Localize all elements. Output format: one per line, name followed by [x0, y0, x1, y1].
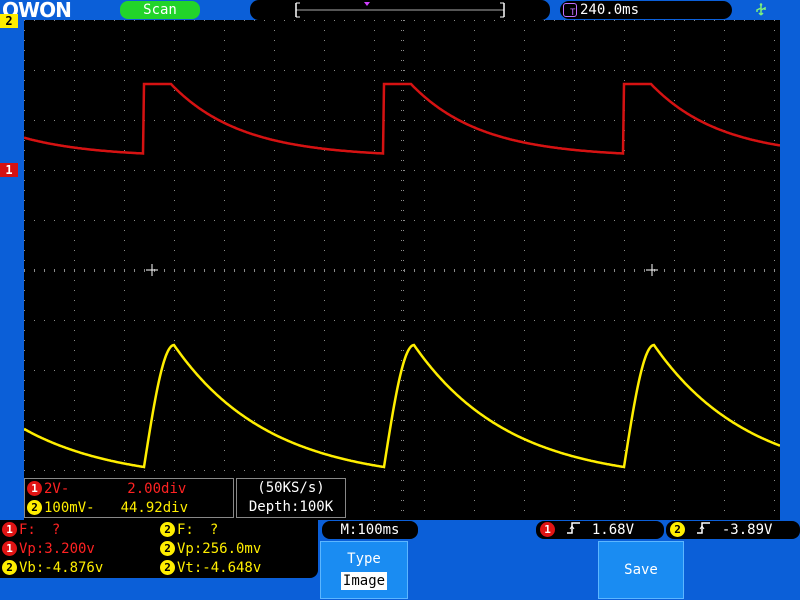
ch2-frequency-label: F: — [177, 522, 194, 538]
ch2-trigger-level[interactable]: 2 -3.89V — [666, 521, 800, 539]
acquisition-box: (50KS/s) Depth:100K — [236, 478, 346, 518]
channel-scale-box: 1 2V- 2.00div 2 100mV- 44.92div — [24, 478, 234, 518]
ch2-badge: 2 — [670, 522, 685, 537]
type-label: Type — [347, 551, 381, 567]
rising-edge-icon — [567, 521, 581, 539]
ch2-peak-voltage: 2 Vp:256.0mv — [160, 540, 261, 559]
type-menu-button[interactable]: Type Image — [320, 541, 408, 599]
ch2-frequency: 2 F:? — [160, 521, 218, 540]
ch2-badge: 2 — [160, 541, 175, 556]
usb-icon — [754, 3, 768, 17]
ch1-vp-value: Vp:3.200v — [19, 541, 95, 557]
ch2-badge: 2 — [160, 522, 175, 537]
ch1-offset-div: 2.00div — [127, 481, 187, 497]
trigger-pointer-icon — [364, 2, 370, 6]
vb-value: Vb:-4.876v — [19, 560, 104, 576]
trigger-position-strip[interactable] — [250, 0, 550, 20]
horizontal-position[interactable]: T 240.0ms — [560, 1, 732, 19]
main-timebase[interactable]: M:100ms — [322, 521, 418, 539]
ch2-vp-value: Vp:256.0mv — [177, 541, 262, 557]
ch1-peak-voltage: 1 Vp:3.200v — [2, 540, 95, 559]
rising-edge-icon — [697, 521, 711, 539]
ch1-badge: 1 — [2, 541, 17, 556]
memory-depth: Depth:100K — [248, 499, 334, 515]
ch1-level-marker[interactable]: 1 — [0, 163, 18, 177]
ch1-scale-row: 1 2V- 2.00div — [27, 480, 186, 499]
ch2-scale-row: 2 100mV- 44.92div — [27, 499, 188, 518]
sample-rate: (50KS/s) — [257, 480, 325, 496]
ch1-waveform — [23, 82, 781, 155]
trigger-time-icon: T — [563, 3, 577, 18]
ch2-level-marker[interactable]: 2 — [0, 14, 18, 28]
ch1-badge: 1 — [27, 481, 42, 496]
ch1-trigger-level[interactable]: 1 1.68V — [536, 521, 664, 539]
measurement-panel: 1 F:? 1 Vp:3.200v 2 Vb:-4.876v 2 F:? 2 Vp:256… — [0, 520, 318, 578]
ch2-badge: 2 — [2, 560, 17, 575]
ch1-frequency-label: F: — [19, 522, 36, 538]
trigger-position-graphic — [295, 2, 505, 18]
ch1-badge: 1 — [2, 522, 17, 537]
ch1-volts-per-div: 2V- — [44, 481, 70, 497]
run-state-indicator[interactable]: Scan — [120, 1, 200, 19]
ch2-badge: 2 — [160, 560, 175, 575]
ch2-waveform — [23, 343, 781, 469]
ch2-trigger-value: -3.89V — [721, 522, 773, 538]
ch1-badge: 1 — [540, 522, 555, 537]
top-status-bar: OWON Scan T 240.0ms — [0, 0, 800, 22]
ch1-trigger-value: 1.68V — [591, 522, 635, 538]
waveform-graticule — [23, 20, 781, 521]
ch2-offset-div: 44.92div — [120, 500, 189, 516]
ch1-frequency: 1 F:? — [2, 521, 60, 540]
type-value: Image — [340, 572, 388, 590]
ch2-volts-per-div: 100mV- — [44, 500, 95, 516]
save-button[interactable]: Save — [598, 541, 684, 599]
ch2-badge: 2 — [27, 500, 42, 515]
ch1-frequency-value: ? — [51, 522, 61, 538]
ch2-frequency-value: ? — [209, 522, 219, 538]
ch1-base-voltage: 2 Vb:-4.876v — [2, 559, 103, 578]
vt-value: Vt:-4.648v — [177, 560, 262, 576]
ch2-top-voltage: 2 Vt:-4.648v — [160, 559, 261, 578]
scale-info-panel: 1 2V- 2.00div 2 100mV- 44.92div (50KS/s) Dep… — [24, 478, 346, 520]
waveform-display[interactable] — [23, 20, 781, 521]
horizontal-position-value: 240.0ms — [580, 2, 640, 18]
